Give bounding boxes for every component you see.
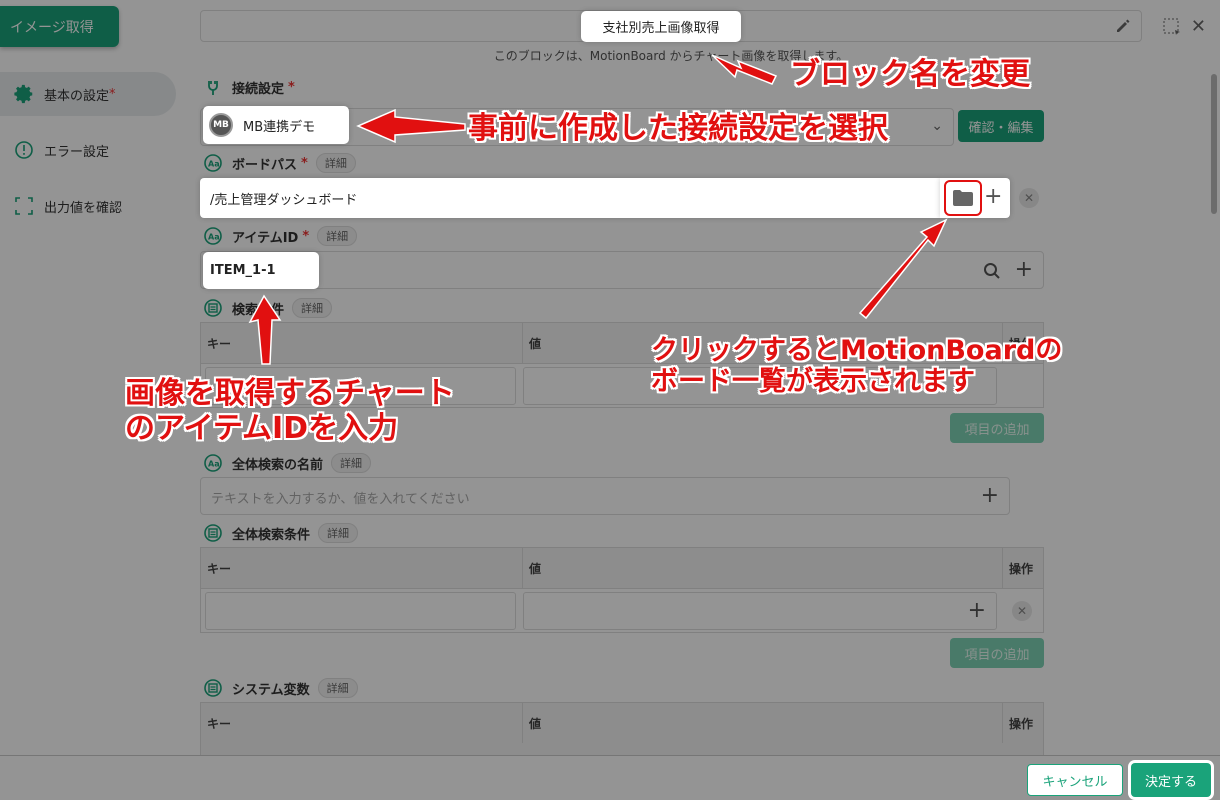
annotation-board-list-line2: ボード一覧が表示されます bbox=[651, 366, 975, 398]
annotation-board-list-line1: クリックするとMotionBoardの bbox=[651, 335, 1063, 366]
arrow-to-connection bbox=[356, 108, 466, 144]
annotation-select-connection: 事前に作成した接続設定を選択 bbox=[468, 111, 888, 146]
annotation-item-id-line2: のアイテムIDを入力 bbox=[125, 410, 399, 446]
arrow-to-block-title bbox=[711, 54, 778, 85]
annotation-item-id-line1: 画像を取得するチャート bbox=[125, 376, 455, 411]
annotation-item-id: 画像を取得するチャート のアイテムIDを入力 bbox=[125, 376, 455, 446]
annotation-board-list: クリックするとMotionBoardの ボード一覧が表示されます bbox=[651, 335, 1062, 397]
arrow-to-folder bbox=[858, 218, 948, 320]
annotation-rename-block: ブロック名を変更 bbox=[790, 57, 1030, 92]
arrow-to-item-id bbox=[248, 294, 282, 365]
